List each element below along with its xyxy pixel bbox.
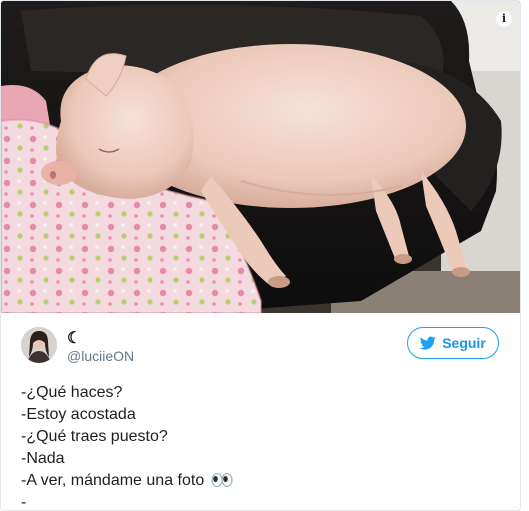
tweet-line: -A ver, mándame una foto (21, 472, 205, 489)
avatar[interactable] (21, 327, 57, 363)
info-icon[interactable]: i (496, 11, 512, 27)
follow-button[interactable]: Seguir (407, 327, 499, 359)
tweet-text: -¿Qué haces? -Estoy acostada -¿Qué traes… (21, 382, 501, 511)
eyes-emoji-icon (211, 473, 233, 487)
pig-on-couch-image (1, 1, 520, 313)
tweet-line: -Nada (21, 450, 65, 467)
tweet-line-with-emoji: -A ver, mándame una foto (21, 470, 501, 492)
display-name[interactable]: ☾ (67, 328, 81, 348)
tweet-line: -¿Qué traes puesto? (21, 428, 168, 445)
follow-button-label: Seguir (442, 335, 486, 351)
tweet-line: -Estoy acostada (21, 406, 136, 423)
tweet-photo[interactable]: i (1, 1, 520, 313)
tweet-line: -¿Qué haces? (21, 384, 123, 401)
tweet-card: i ☾ @luciieON Seguir -¿Qué haces? -Estoy… (0, 0, 521, 511)
avatar-image (21, 327, 57, 363)
twitter-bird-icon (420, 336, 436, 350)
screen-name[interactable]: @luciieON (67, 348, 134, 364)
tweet-line: - (21, 494, 27, 511)
